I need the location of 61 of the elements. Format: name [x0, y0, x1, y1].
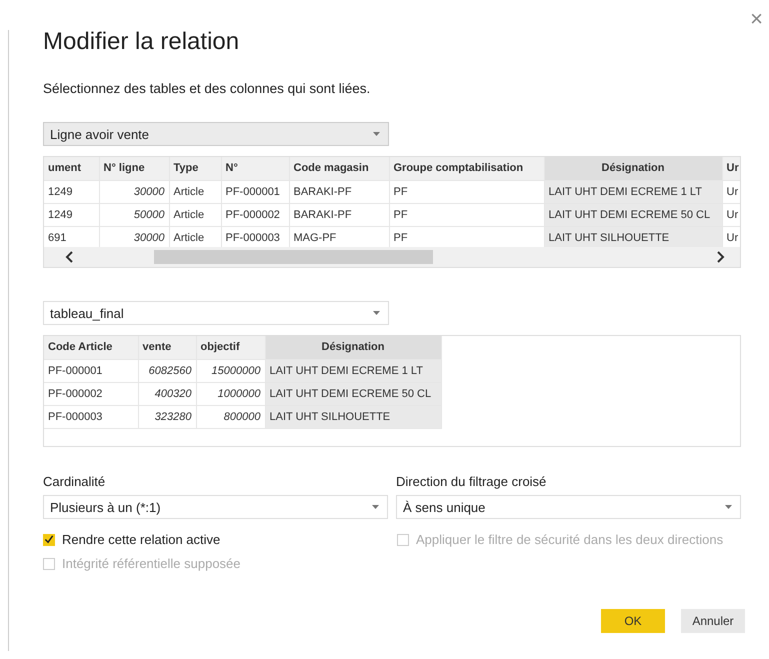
table-cell: LAIT UHT DEMI ECREME 1 LT	[265, 359, 441, 382]
dropdown-caret-icon	[372, 505, 379, 509]
table-cell: PF-000001	[221, 180, 289, 203]
column-header[interactable]: Code magasin	[289, 157, 389, 180]
table-cell: 800000	[196, 405, 265, 428]
table-cell: LAIT UHT DEMI ECREME 1 LT	[544, 180, 722, 203]
horizontal-scrollbar[interactable]	[44, 247, 740, 267]
table-dropdown[interactable]: Ligne avoir vente	[43, 122, 389, 146]
table-cell: 400320	[138, 382, 196, 405]
table-cell: PF-000001	[44, 359, 138, 382]
column-header[interactable]: Groupe comptabilisation	[389, 157, 544, 180]
table-cell: LAIT UHT SILHOUETTE	[544, 226, 722, 248]
dialog-title: Modifier la relation	[43, 28, 240, 56]
column-header[interactable]: Type	[169, 157, 221, 180]
column-header[interactable]: Code Article	[44, 336, 138, 359]
field-label: Cardinalité	[43, 474, 106, 489]
column-header[interactable]: ument	[44, 157, 99, 180]
table-cell: 1249	[44, 180, 99, 203]
table-cell: Article	[169, 203, 221, 226]
table-cell: 323280	[138, 405, 196, 428]
table-cell: 15000000	[196, 359, 265, 382]
checkbox[interactable]: Rendre cette relation active	[43, 532, 397, 547]
table-cell: 50000	[99, 203, 169, 226]
table-cell: BARAKI-PF	[289, 180, 389, 203]
column-header[interactable]: Désignation	[544, 157, 722, 180]
column-header[interactable]: N° ligne	[99, 157, 169, 180]
field-label: Direction du filtrage croisé	[396, 474, 548, 489]
column-header[interactable]: Ur	[722, 157, 740, 180]
dropdown-caret-icon	[373, 132, 380, 136]
scroll-right-icon[interactable]	[716, 251, 726, 264]
table-cell: LAIT UHT DEMI ECREME 50 CL	[544, 203, 722, 226]
dropdown-caret-icon	[725, 505, 732, 509]
dropdown-caret-icon	[373, 311, 380, 315]
table-dropdown[interactable]: tableau_final	[43, 301, 389, 325]
scroll-left-icon[interactable]	[64, 251, 74, 264]
column-header[interactable]: vente	[138, 336, 196, 359]
table-cell: PF-000002	[44, 382, 138, 405]
table-cell: 30000	[99, 180, 169, 203]
table-cell: PF-000002	[221, 203, 289, 226]
table-cell: PF-000003	[44, 405, 138, 428]
column-header[interactable]: objectif	[196, 336, 265, 359]
table-cell: LAIT UHT SILHOUETTE	[265, 405, 441, 428]
column-header[interactable]: N°	[221, 157, 289, 180]
ok-button[interactable]: OK	[601, 609, 665, 633]
table-cell: LAIT UHT DEMI ECREME 50 CL	[265, 382, 441, 405]
table-cell: Ur	[722, 180, 740, 203]
table-cell: Ur	[722, 203, 740, 226]
cancel-button[interactable]: Annuler	[681, 609, 745, 633]
table-cell: PF	[389, 203, 544, 226]
close-button[interactable]: ×	[746, 8, 767, 30]
table-cell: PF	[389, 180, 544, 203]
table-cell: Article	[169, 180, 221, 203]
checkmark-icon	[44, 534, 54, 545]
cardinality-dropdown[interactable]: Plusieurs à un (*:1)	[43, 495, 388, 519]
table-cell: 6082560	[138, 359, 196, 382]
table-cell: 1000000	[196, 382, 265, 405]
cross-filter-dropdown[interactable]: À sens unique	[396, 495, 741, 519]
column-header[interactable]: Désignation	[265, 336, 441, 359]
table-cell: BARAKI-PF	[289, 203, 389, 226]
table-cell: 1249	[44, 203, 99, 226]
instruction-text: Sélectionnez des tables et des colonnes qui sont liées.	[43, 81, 372, 96]
